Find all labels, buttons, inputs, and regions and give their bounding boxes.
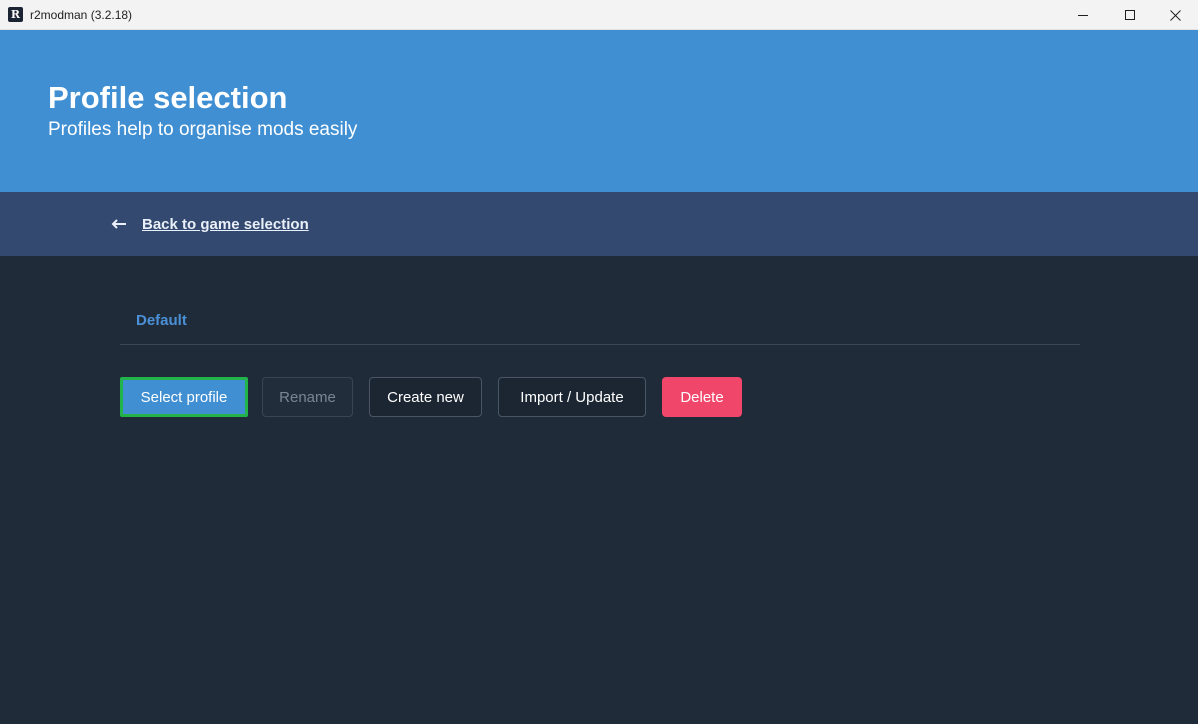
page-subtitle: Profiles help to organise mods easily bbox=[48, 119, 358, 140]
arrow-left-icon bbox=[111, 219, 126, 229]
import-update-button[interactable]: Import / Update bbox=[498, 377, 646, 417]
delete-button[interactable]: Delete bbox=[662, 377, 742, 417]
close-button[interactable] bbox=[1152, 0, 1198, 30]
close-icon bbox=[1169, 9, 1181, 21]
create-new-button[interactable]: Create new bbox=[369, 377, 482, 417]
minimize-icon bbox=[1078, 15, 1088, 16]
page-title: Profile selection bbox=[48, 80, 288, 115]
minimize-button[interactable] bbox=[1060, 0, 1106, 30]
app-logo-icon: R bbox=[8, 7, 23, 22]
rename-button[interactable]: Rename bbox=[262, 377, 353, 417]
back-to-game-selection-link[interactable]: Back to game selection bbox=[111, 214, 309, 234]
navigation-bar: Back to game selection bbox=[0, 192, 1198, 256]
back-link-label: Back to game selection bbox=[142, 215, 309, 233]
maximize-button[interactable] bbox=[1107, 0, 1153, 30]
maximize-icon bbox=[1125, 10, 1135, 20]
page-header: Profile selection Profiles help to organ… bbox=[0, 30, 1198, 192]
profile-name: Default bbox=[136, 312, 187, 329]
profile-item-default[interactable]: Default bbox=[120, 300, 1080, 345]
window-titlebar: R r2modman (3.2.18) bbox=[0, 0, 1198, 30]
select-profile-button[interactable]: Select profile bbox=[120, 377, 248, 417]
window-title: r2modman (3.2.18) bbox=[30, 8, 133, 22]
